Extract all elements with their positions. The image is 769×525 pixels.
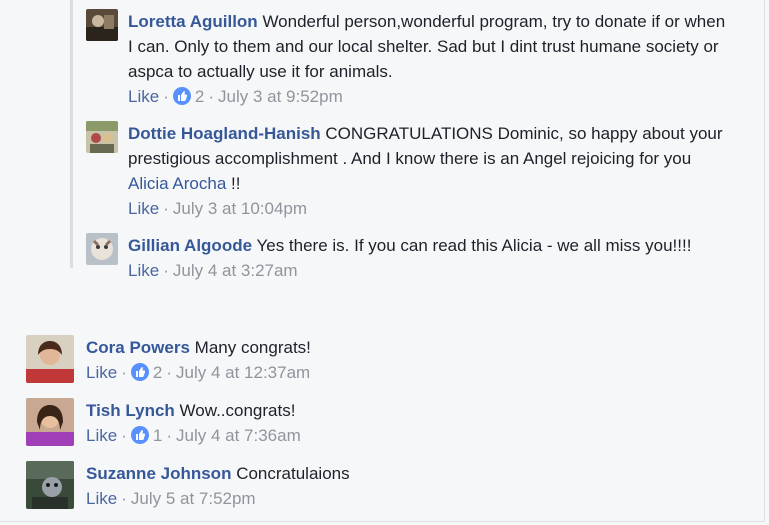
thumbs-up-icon[interactable]: [172, 86, 191, 105]
comment-meta: Like · 2 · July 4 at 12:37am: [86, 362, 311, 382]
comment-timestamp[interactable]: July 3 at 10:04pm: [173, 199, 307, 218]
thumbs-up-icon[interactable]: [130, 362, 149, 381]
comment-meta: Like · July 4 at 3:27am: [128, 261, 298, 280]
comment-meta: Like · July 3 at 10:04pm: [128, 199, 308, 218]
comment-timestamp[interactable]: July 4 at 3:27am: [173, 261, 298, 280]
comment-timestamp[interactable]: July 5 at 7:52pm: [131, 489, 256, 508]
comment-text: Wow..congrats!: [179, 401, 296, 420]
reaction-count[interactable]: 2: [153, 363, 162, 382]
like-button[interactable]: Like: [128, 87, 159, 106]
like-button[interactable]: Like: [86, 489, 117, 508]
reaction-count[interactable]: 1: [153, 426, 162, 445]
comment-timestamp[interactable]: July 4 at 7:36am: [176, 426, 301, 445]
comment-meta: Like · 2 · July 3 at 9:52pm: [128, 86, 343, 106]
avatar[interactable]: [86, 9, 118, 41]
like-button[interactable]: Like: [128, 261, 159, 280]
comment-timestamp[interactable]: July 4 at 12:37am: [176, 363, 310, 382]
like-button[interactable]: Like: [128, 199, 159, 218]
comment-author[interactable]: Suzanne Johnson: [86, 464, 231, 483]
comment-author[interactable]: Tish Lynch: [86, 401, 175, 420]
comment-timestamp[interactable]: July 3 at 9:52pm: [218, 87, 343, 106]
avatar[interactable]: [26, 398, 74, 446]
comment-author[interactable]: Cora Powers: [86, 338, 190, 357]
comment-author[interactable]: Gillian Algoode: [128, 236, 252, 255]
comment-meta: Like · 1 · July 4 at 7:36am: [86, 425, 301, 445]
avatar[interactable]: [86, 233, 118, 265]
comment-author[interactable]: Loretta Aguillon: [128, 12, 258, 31]
comment-author[interactable]: Dottie Hoagland-Hanish: [128, 124, 321, 143]
comment-text: Yes there is. If you can read this Alici…: [256, 236, 692, 255]
avatar[interactable]: [86, 121, 118, 153]
comment-text-end: !!: [231, 174, 241, 193]
like-button[interactable]: Like: [86, 363, 117, 382]
reaction-count[interactable]: 2: [195, 87, 204, 106]
avatar[interactable]: [26, 335, 74, 383]
thumbs-up-icon[interactable]: [130, 425, 149, 444]
comment-text: Concratulaions: [236, 464, 350, 483]
mention-link[interactable]: Alicia Arocha: [128, 174, 226, 193]
comment-meta: Like · July 5 at 7:52pm: [86, 489, 256, 508]
reply-thread-line: [70, 0, 73, 268]
avatar[interactable]: [26, 461, 74, 509]
comment-text: Many congrats!: [194, 338, 311, 357]
like-button[interactable]: Like: [86, 426, 117, 445]
